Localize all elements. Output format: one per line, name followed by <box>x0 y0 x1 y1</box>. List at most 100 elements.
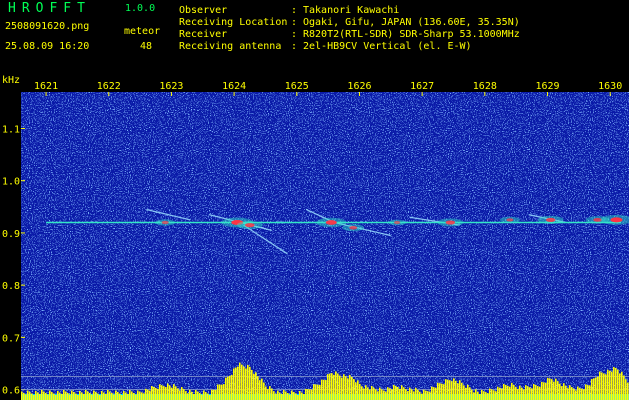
level-bar <box>71 390 73 400</box>
level-bar <box>105 394 107 400</box>
level-bar <box>153 386 155 400</box>
level-bar <box>221 384 223 400</box>
level-bar <box>627 382 629 400</box>
x-tick-label: 1623 <box>159 81 183 92</box>
level-bar <box>611 371 613 400</box>
level-bar <box>469 387 471 400</box>
level-bar <box>529 387 531 400</box>
level-bar <box>619 373 621 400</box>
level-bar <box>149 390 151 400</box>
level-bar <box>473 392 475 400</box>
x-tick-label: 1621 <box>34 81 58 92</box>
level-bar <box>127 394 129 400</box>
level-bar <box>603 373 605 400</box>
level-bar <box>183 389 185 400</box>
y-tick-label: 0.9 <box>2 229 20 240</box>
level-bar <box>63 390 65 400</box>
level-bar <box>433 387 435 400</box>
level-bar <box>181 387 183 400</box>
level-bar <box>589 385 591 400</box>
level-bar <box>211 389 213 400</box>
level-bar <box>171 387 173 400</box>
level-bar <box>429 391 431 400</box>
level-bar <box>539 386 541 400</box>
level-bar <box>451 381 453 400</box>
level-bar <box>311 389 313 400</box>
level-bar <box>379 387 381 400</box>
level-bar <box>607 369 609 400</box>
level-bar <box>567 388 569 400</box>
level-bar <box>279 392 281 400</box>
level-bar <box>487 393 489 400</box>
level-bar <box>123 391 125 400</box>
level-bar <box>31 393 33 400</box>
level-bar <box>623 375 625 400</box>
level-bar <box>467 384 469 400</box>
level-bar <box>571 387 573 400</box>
level-bar <box>523 389 525 400</box>
level-bar <box>495 391 497 400</box>
level-bar <box>215 389 217 400</box>
level-bar <box>67 393 69 400</box>
level-bar <box>329 373 331 400</box>
level-bar <box>427 391 429 400</box>
level-bar <box>287 393 289 400</box>
level-bar <box>51 392 53 400</box>
level-bar <box>335 371 337 400</box>
level-bar <box>579 387 581 400</box>
station-info-observer: Observer : Takanori Kawachi <box>179 5 520 17</box>
level-bar <box>259 380 261 400</box>
level-bar <box>591 379 593 400</box>
level-bar <box>59 392 61 400</box>
level-bar <box>421 393 423 400</box>
level-bar <box>389 388 391 400</box>
level-bar <box>431 386 433 400</box>
level-bar <box>345 376 347 400</box>
level-bar <box>209 395 211 400</box>
level-bar <box>257 376 259 400</box>
level-bar <box>205 392 207 400</box>
level-bar <box>363 388 365 400</box>
level-bar <box>461 382 463 400</box>
level-bar <box>585 384 587 400</box>
level-bar <box>29 392 31 400</box>
level-bar <box>513 384 515 400</box>
y-tick-label: 0.7 <box>2 333 20 344</box>
x-tick-label: 1622 <box>97 81 121 92</box>
y-tick-label: 1.1 <box>2 125 20 136</box>
level-bar <box>351 376 353 400</box>
level-bar <box>573 388 575 400</box>
level-bar <box>493 390 495 400</box>
level-bar <box>593 378 595 400</box>
station-info-value: Takanori Kawachi <box>303 5 400 16</box>
level-bar <box>499 387 501 400</box>
level-bar <box>69 394 71 400</box>
level-bar <box>117 392 119 400</box>
level-bar <box>575 390 577 400</box>
level-bar <box>337 373 339 400</box>
level-bar <box>369 389 371 400</box>
level-bar <box>141 392 143 400</box>
y-tick-label: 0.8 <box>2 281 20 292</box>
station-info-label: Observer <box>179 5 228 16</box>
level-bar <box>107 390 109 400</box>
level-bar <box>521 387 523 400</box>
level-bar <box>339 375 341 400</box>
station-info-receiver: Receiver : R820T2(RTL-SDR) SDR-Sharp 53.… <box>179 29 520 41</box>
y-tick-label: 1.0 <box>2 177 20 188</box>
level-bar <box>453 378 455 400</box>
level-bar <box>621 371 623 400</box>
station-info-separator: : <box>291 5 298 16</box>
level-bar <box>395 385 397 400</box>
x-tick-label: 1625 <box>285 81 309 92</box>
spectrogram-noise <box>21 92 629 400</box>
level-bar <box>217 384 219 400</box>
level-bar <box>243 366 245 400</box>
level-bar <box>165 387 167 400</box>
level-bar <box>587 385 589 400</box>
level-bar <box>247 364 249 400</box>
level-bar <box>201 394 203 400</box>
level-bar <box>483 391 485 400</box>
level-bar <box>353 379 355 400</box>
level-bar <box>245 368 247 400</box>
